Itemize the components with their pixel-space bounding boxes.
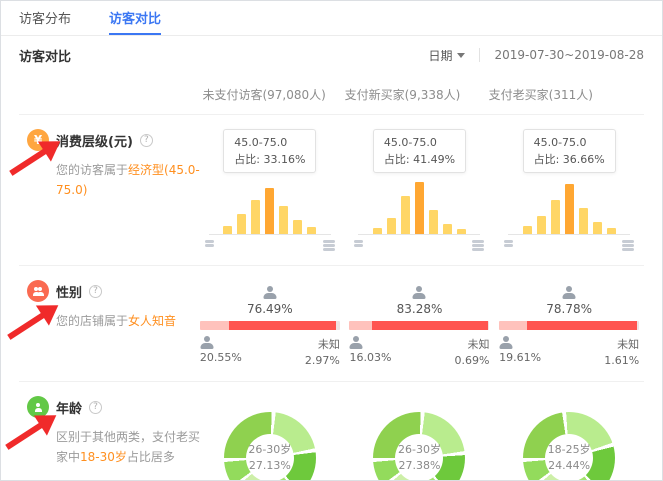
coin-stack-large-icon <box>622 240 634 251</box>
section-title-age: 年龄 <box>56 398 82 417</box>
consumption-chart-unpaid: 45.0-75.0 占比: 33.16% <box>195 129 345 251</box>
coin-stack-small-icon <box>205 240 214 251</box>
age-chart-old-buyers: 18-25岁 24.44% <box>494 396 644 481</box>
donut-chart: 26-30岁 27.38% <box>373 412 465 481</box>
male-icon <box>349 336 363 349</box>
female-percent: 83.28% <box>397 302 443 316</box>
column-header-row: 未支付访客(97,080人) 支付新买家(9,338人) 支付老买家(311人) <box>19 74 644 115</box>
gender-chart-unpaid: 76.49% 20.55% 未知 2.97% <box>195 280 345 367</box>
gender-description: 您的店铺属于女人知音 <box>56 312 208 332</box>
female-percent: 76.49% <box>247 302 293 316</box>
coin-stack-large-icon <box>472 240 484 251</box>
male-icon <box>499 336 513 349</box>
donut-chart: 26-30岁 27.13% <box>224 412 316 481</box>
age-chart-unpaid: 26-30岁 27.13% <box>195 396 345 481</box>
column-header-unpaid: 未支付访客(97,080人) <box>195 74 333 114</box>
consumption-icon: ¥ <box>27 129 49 151</box>
age-chart-new-buyers: 26-30岁 27.38% <box>345 396 495 481</box>
divider <box>479 48 480 62</box>
male-percent: 19.61% <box>499 351 541 364</box>
range-tooltip: 45.0-75.0 占比: 41.49% <box>373 129 466 173</box>
tab-visitor-distribution[interactable]: 访客分布 <box>19 1 71 35</box>
age-description: 区别于其他两类，支付老买家中18-30岁占比居多 <box>56 428 208 468</box>
male-icon <box>200 336 214 349</box>
gender-bar <box>499 321 639 330</box>
page-title: 访客对比 <box>19 46 71 65</box>
section-title-gender: 性别 <box>56 282 82 301</box>
gender-chart-new-buyers: 83.28% 16.03% 未知 0.69% <box>345 280 495 367</box>
gender-chart-old-buyers: 78.78% 19.61% 未知 1.61% <box>494 280 644 367</box>
female-icon <box>412 286 426 299</box>
section-consumption: ¥ 消费层级(元) ? 您的访客属于经济型(45.0-75.0) 45.0-75… <box>19 115 644 266</box>
coin-stack-small-icon <box>354 240 363 251</box>
date-range-value: 2019-07-30~2019-08-28 <box>494 48 644 62</box>
female-percent: 78.78% <box>546 302 592 316</box>
coin-scale <box>205 240 335 251</box>
bar-chart <box>508 181 630 235</box>
coin-stack-small-icon <box>504 240 513 251</box>
range-tooltip: 45.0-75.0 占比: 33.16% <box>223 129 316 173</box>
column-header-old-buyers: 支付老买家(311人) <box>472 74 610 114</box>
unknown-percent: 2.97% <box>305 354 340 367</box>
consumption-chart-old-buyers: 45.0-75.0 占比: 36.66% <box>494 129 644 251</box>
gender-bar <box>200 321 340 330</box>
consumption-description: 您的访客属于经济型(45.0-75.0) <box>56 161 208 201</box>
bar-chart <box>209 181 331 235</box>
bar-chart <box>358 181 480 235</box>
section-age: 年龄 ? 区别于其他两类，支付老买家中18-30岁占比居多 26-30岁 27.… <box>19 382 644 481</box>
range-tooltip: 45.0-75.0 占比: 36.66% <box>523 129 616 173</box>
gender-bar <box>349 321 489 330</box>
help-icon[interactable]: ? <box>89 401 102 414</box>
section-title-consumption: 消费层级(元) <box>56 131 133 150</box>
male-percent: 20.55% <box>200 351 242 364</box>
help-icon[interactable]: ? <box>89 285 102 298</box>
unknown-percent: 1.61% <box>604 354 639 367</box>
visitor-comparison-page: 访客分布 访客对比 访客对比 日期 2019-07-30~2019-08-28 … <box>0 0 663 481</box>
section-gender: 性别 ? 您的店铺属于女人知音 76.49% 20.55% 未知 <box>19 266 644 382</box>
age-icon <box>27 396 49 418</box>
date-label: 日期 <box>428 47 452 64</box>
unknown-percent: 0.69% <box>455 354 490 367</box>
coin-scale <box>354 240 484 251</box>
unknown-label: 未知 <box>318 336 340 352</box>
unknown-label: 未知 <box>467 336 489 352</box>
unknown-label: 未知 <box>617 336 639 352</box>
female-icon <box>263 286 277 299</box>
consumption-chart-new-buyers: 45.0-75.0 占比: 41.49% <box>345 129 495 251</box>
help-icon[interactable]: ? <box>140 134 153 147</box>
date-selector[interactable]: 日期 2019-07-30~2019-08-28 <box>428 47 644 64</box>
coin-scale <box>504 240 634 251</box>
gender-icon <box>27 280 49 302</box>
coin-stack-large-icon <box>323 240 335 251</box>
chevron-down-icon <box>457 53 465 58</box>
donut-chart: 18-25岁 24.44% <box>523 412 615 481</box>
tab-bar: 访客分布 访客对比 <box>1 1 662 36</box>
column-header-new-buyers: 支付新买家(9,338人) <box>333 74 471 114</box>
male-percent: 16.03% <box>349 351 391 364</box>
tab-visitor-comparison[interactable]: 访客对比 <box>109 1 161 35</box>
female-icon <box>562 286 576 299</box>
